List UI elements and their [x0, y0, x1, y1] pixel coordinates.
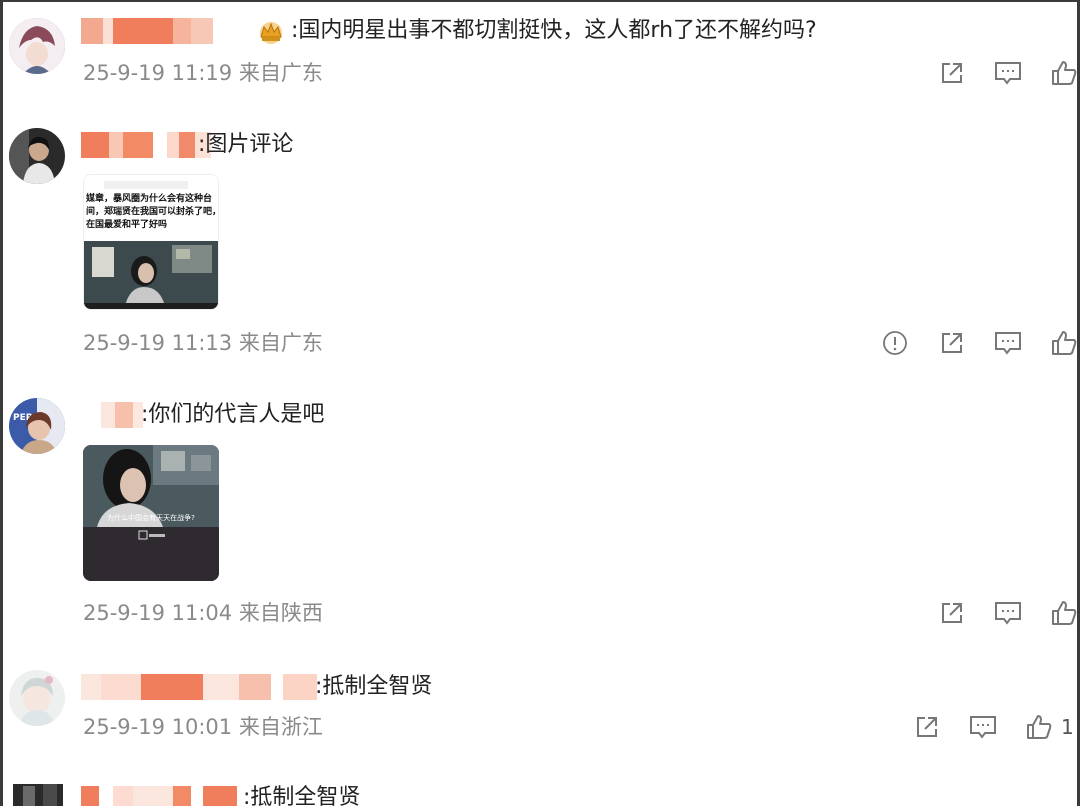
crown-badge-icon — [255, 19, 287, 45]
comment-text: :图片评论 — [198, 132, 294, 157]
username-redacted[interactable] — [81, 784, 237, 806]
comment-icon — [970, 716, 996, 739]
report-button[interactable] — [880, 328, 910, 358]
share-button[interactable] — [937, 598, 967, 628]
comment-icon — [995, 62, 1021, 85]
comment-feed: :国内明星出事不都切割挺快，这人都rh了还不解约吗? 25-9-19 11:19… — [0, 0, 1080, 806]
avatar-photo-icon — [13, 784, 63, 806]
avatar-photo-icon: PEPSI — [9, 398, 65, 454]
image-text-line: 媒章，暴风圈为什么会有这种台 — [86, 194, 213, 204]
image-caption: 为什么中国会有天天在战争? — [107, 514, 195, 522]
username-redacted[interactable] — [81, 130, 211, 160]
comment-actions — [3, 598, 1077, 628]
share-icon — [942, 63, 962, 83]
comment-actions — [3, 58, 1077, 88]
comment-text: :国内明星出事不都切割挺快，这人都rh了还不解约吗? — [291, 18, 817, 43]
username-redacted[interactable] — [81, 16, 213, 46]
share-icon — [942, 333, 962, 353]
comment-actions — [3, 328, 1077, 358]
share-icon — [942, 603, 962, 623]
thumbs-up-icon — [1027, 715, 1052, 739]
like-button[interactable] — [1024, 712, 1054, 742]
comment-image[interactable]: 媒章，暴风圈为什么会有这种台 间，郑瑞贤在我国可以封杀了吧， 在国最爱和平了好吗 — [83, 174, 219, 310]
thumbs-up-icon — [1052, 61, 1077, 85]
reply-button[interactable] — [993, 58, 1023, 88]
share-button[interactable] — [912, 712, 942, 742]
like-button[interactable] — [1049, 58, 1077, 88]
reply-button[interactable] — [993, 328, 1023, 358]
comment-text: :你们的代言人是吧 — [141, 402, 325, 427]
like-button[interactable] — [1049, 328, 1077, 358]
reply-button[interactable] — [993, 598, 1023, 628]
image-scene-icon — [84, 241, 218, 309]
report-icon — [883, 331, 907, 355]
comment-icon — [995, 332, 1021, 355]
avatar-photo-icon — [9, 128, 65, 184]
comment-actions: 1 — [3, 712, 1077, 742]
share-icon — [917, 717, 937, 737]
comment-text: :抵制全智贤 — [243, 785, 361, 806]
share-button[interactable] — [937, 328, 967, 358]
like-count: 1 — [1061, 715, 1074, 739]
thumbs-up-icon — [1052, 601, 1077, 625]
like-button[interactable] — [1049, 598, 1077, 628]
username-redacted[interactable] — [81, 400, 143, 430]
image-text-line: 间，郑瑞贤在我国可以封杀了吧， — [86, 207, 219, 217]
comment-image[interactable]: 为什么中国会有天天在战争? — [83, 445, 219, 581]
image-text-line: 在国最爱和平了好吗 — [86, 220, 168, 230]
avatar[interactable]: PEPSI — [9, 398, 65, 454]
share-button[interactable] — [937, 58, 967, 88]
reply-button[interactable] — [968, 712, 998, 742]
avatar[interactable] — [13, 784, 63, 806]
comment-icon — [995, 602, 1021, 625]
username-redacted[interactable] — [81, 672, 317, 702]
comment-text: :抵制全智贤 — [315, 674, 433, 699]
thumbs-up-icon — [1052, 331, 1077, 355]
avatar[interactable] — [9, 128, 65, 184]
